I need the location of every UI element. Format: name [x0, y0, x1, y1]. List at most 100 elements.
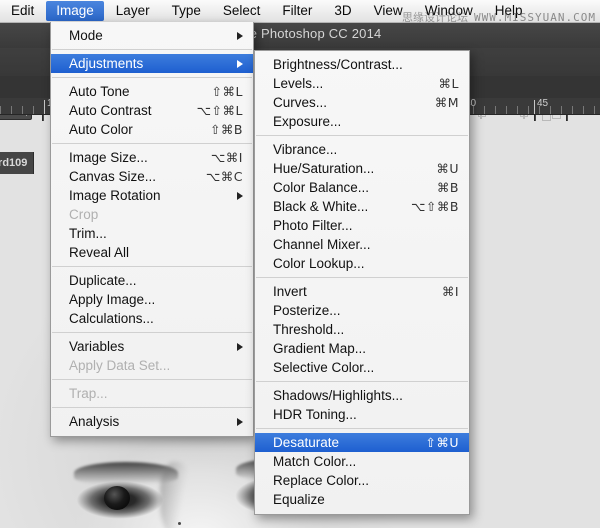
site-watermark: 思缘设计论坛WWW.MISSYUAN.COM	[402, 9, 596, 25]
menu-item-brightness-contrast[interactable]: Brightness/Contrast...	[255, 55, 469, 74]
menu-item-label: Trim...	[69, 226, 107, 241]
menu-item-crop: Crop	[51, 205, 253, 224]
menu-item-label: Analysis	[69, 414, 119, 429]
submenu-arrow-icon	[237, 192, 243, 200]
menu-item-label: Mode	[69, 28, 103, 43]
menu-item-label: HDR Toning...	[273, 407, 357, 422]
menu-separator	[256, 381, 468, 382]
menu-item-label: Posterize...	[273, 303, 341, 318]
menu-item-levels[interactable]: Levels... ⌘L	[255, 74, 469, 93]
menu-item-invert[interactable]: Invert⌘I	[255, 282, 469, 301]
menubar-item-image[interactable]: Image	[46, 1, 104, 21]
menu-item-label: Apply Image...	[69, 292, 155, 307]
menu-item-label: Crop	[69, 207, 98, 222]
document-tab[interactable]: -ford109	[0, 152, 34, 174]
menu-item-black-white[interactable]: Black & White... ⌥⇧⌘B	[255, 197, 469, 216]
watermark-cn-text: 思缘设计论坛	[402, 11, 468, 24]
menu-item-mode[interactable]: Mode	[51, 26, 253, 45]
menu-item-label: Auto Tone	[69, 84, 130, 99]
menu-item-label: Image Size...	[69, 150, 148, 165]
menu-item-label: Vibrance...	[273, 142, 337, 157]
submenu-arrow-icon	[237, 60, 243, 68]
menu-item-label: Desaturate	[273, 435, 339, 450]
menu-item-shadows-highlights[interactable]: Shadows/Highlights...	[255, 386, 469, 405]
menubar-item-select[interactable]: Select	[213, 1, 271, 21]
menu-item-equalize[interactable]: Equalize	[255, 490, 469, 509]
menu-item-canvas-size[interactable]: Canvas Size...⌥⌘C	[51, 167, 253, 186]
menu-item-variables[interactable]: Variables	[51, 337, 253, 356]
submenu-arrow-icon	[237, 343, 243, 351]
menu-item-channel-mixer[interactable]: Channel Mixer...	[255, 235, 469, 254]
menu-separator	[52, 407, 252, 408]
menu-separator	[52, 49, 252, 50]
menu-item-label: Selective Color...	[273, 360, 374, 375]
menu-item-label: Invert	[273, 284, 307, 299]
menu-item-label: Black & White...	[273, 199, 368, 214]
menu-item-trim[interactable]: Trim...	[51, 224, 253, 243]
menu-item-threshold[interactable]: Threshold...	[255, 320, 469, 339]
menu-item-auto-tone[interactable]: Auto Tone⇧⌘L	[51, 82, 253, 101]
menu-item-image-rotation[interactable]: Image Rotation	[51, 186, 253, 205]
menu-item-analysis[interactable]: Analysis	[51, 412, 253, 431]
menu-item-label: Levels...	[273, 76, 323, 91]
menu-item-label: Adjustments	[69, 56, 143, 71]
menu-separator	[52, 77, 252, 78]
menu-item-duplicate[interactable]: Duplicate...	[51, 271, 253, 290]
menubar-item-3d[interactable]: 3D	[324, 1, 361, 21]
nose-shadow	[160, 462, 196, 528]
menu-item-calculations[interactable]: Calculations...	[51, 309, 253, 328]
menubar-item-filter[interactable]: Filter	[272, 1, 322, 21]
pupil-left	[104, 486, 130, 510]
menu-item-adjustments[interactable]: Adjustments	[51, 54, 253, 73]
menu-item-label: Shadows/Highlights...	[273, 388, 403, 403]
menu-item-shortcut: ⌥⌘I	[211, 150, 243, 165]
menubar-item-type[interactable]: Type	[162, 1, 211, 21]
menu-item-gradient-map[interactable]: Gradient Map...	[255, 339, 469, 358]
menu-separator	[52, 379, 252, 380]
menu-item-label: Reveal All	[69, 245, 129, 260]
menu-item-apply-image[interactable]: Apply Image...	[51, 290, 253, 309]
menu-separator	[256, 428, 468, 429]
menu-item-color-lookup[interactable]: Color Lookup...	[255, 254, 469, 273]
menu-item-vibrance[interactable]: Vibrance...	[255, 140, 469, 159]
menu-item-label: Duplicate...	[69, 273, 137, 288]
menu-item-curves[interactable]: Curves...⌘M	[255, 93, 469, 112]
menu-item-label: Brightness/Contrast...	[273, 57, 403, 72]
submenu-arrow-icon	[237, 32, 243, 40]
menu-item-shortcut: ⇧⌘B	[210, 122, 243, 137]
menu-item-label: Hue/Saturation...	[273, 161, 374, 176]
menu-item-hdr-toning[interactable]: HDR Toning...	[255, 405, 469, 424]
menu-item-label: Auto Color	[69, 122, 133, 137]
menu-item-label: Equalize	[273, 492, 325, 507]
menu-item-shortcut: ⌘L	[439, 76, 459, 91]
menu-item-label: Gradient Map...	[273, 341, 366, 356]
menu-item-shortcut: ⌥⇧⌘B	[411, 199, 459, 214]
menu-item-reveal-all[interactable]: Reveal All	[51, 243, 253, 262]
menubar-item-edit[interactable]: Edit	[1, 1, 44, 21]
menu-item-auto-contrast[interactable]: Auto Contrast⌥⇧⌘L	[51, 101, 253, 120]
menu-item-replace-color[interactable]: Replace Color...	[255, 471, 469, 490]
image-dropdown-menu[interactable]: Mode Adjustments Auto Tone⇧⌘LAuto Contrast…	[50, 22, 254, 437]
skin-mark-1	[178, 522, 181, 525]
menu-item-exposure[interactable]: Exposure...	[255, 112, 469, 131]
menu-item-label: Threshold...	[273, 322, 344, 337]
menu-item-label: Replace Color...	[273, 473, 369, 488]
menu-item-photo-filter[interactable]: Photo Filter...	[255, 216, 469, 235]
menu-separator	[256, 277, 468, 278]
menubar-item-layer[interactable]: Layer	[106, 1, 160, 21]
menu-item-image-size[interactable]: Image Size... ⌥⌘I	[51, 148, 253, 167]
adjustments-submenu[interactable]: Brightness/Contrast... Levels... ⌘L Curves.…	[254, 50, 470, 515]
menu-item-desaturate[interactable]: Desaturate⇧⌘U	[255, 433, 469, 452]
menu-item-label: Exposure...	[273, 114, 341, 129]
menu-item-label: Canvas Size...	[69, 169, 156, 184]
menu-item-selective-color[interactable]: Selective Color...	[255, 358, 469, 377]
menu-item-label: Calculations...	[69, 311, 154, 326]
menu-item-label: Apply Data Set...	[69, 358, 170, 373]
menu-item-match-color[interactable]: Match Color...	[255, 452, 469, 471]
menu-item-apply-data-set: Apply Data Set...	[51, 356, 253, 375]
submenu-arrow-icon	[237, 418, 243, 426]
menu-item-hue-saturation[interactable]: Hue/Saturation...⌘U	[255, 159, 469, 178]
menu-item-auto-color[interactable]: Auto Color ⇧⌘B	[51, 120, 253, 139]
menu-item-posterize[interactable]: Posterize...	[255, 301, 469, 320]
menu-item-color-balance[interactable]: Color Balance...⌘B	[255, 178, 469, 197]
